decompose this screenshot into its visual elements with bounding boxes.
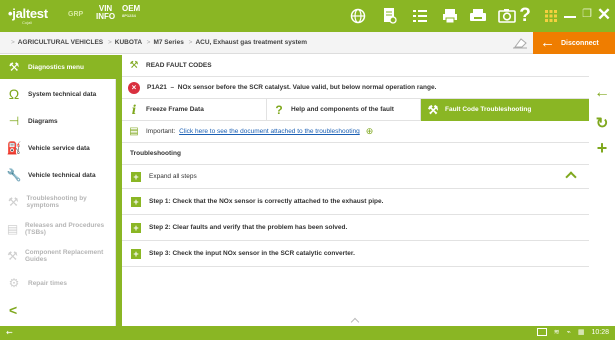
info-icon: i [131,102,137,117]
plus-icon: + [131,171,141,182]
plus-icon: + [131,196,141,207]
back-arrow-icon[interactable]: < [9,302,17,318]
add-icon[interactable]: + [589,138,615,159]
wifi-icon: ≋ [553,329,560,336]
error-icon: × [128,81,140,94]
vin-info-button[interactable]: VIN INFO [96,5,115,21]
refresh-icon[interactable]: ↻ [589,114,615,132]
arrow-left-icon: ← [540,34,555,51]
tab-fault-code-troubleshooting[interactable]: ⚒ Fault Code Troubleshooting [421,98,589,121]
plus-icon: + [131,248,141,259]
calendar-icon: ▦ [577,329,585,336]
tab-help-and-components[interactable]: ? Help and components of the fault [267,98,421,121]
sidebar-item-vehicle-technical-data[interactable]: 🔧 Vehicle technical data [0,163,116,187]
main-panel: ⚒ READ FAULT CODES × P1A21 – NOx sensor … [116,55,589,327]
troubleshooting-title: Troubleshooting [122,143,589,165]
eraser-icon[interactable] [512,36,528,50]
breadcrumb-item[interactable]: AGRICULTURAL VEHICLES [18,39,103,46]
tools-icon: ⚒ [7,195,19,209]
minimize-window-button[interactable] [563,8,577,24]
sidebar-item-vehicle-service-data[interactable]: ⛽ Vehicle service data [0,136,116,160]
diagnostics-icon: ⚒ [129,60,139,71]
disconnect-button[interactable]: ← Disconnect [533,32,615,54]
apps-icon[interactable] [541,6,561,26]
question-icon: ? [275,102,283,117]
tools-icon: ⚒ [427,102,439,117]
sidebar-item-system-technical-data[interactable]: Ω System technical data [0,82,116,106]
troubleshooting-step[interactable]: + Step 3: Check the input NOx sensor in … [122,241,589,267]
sidebar-item-component-replacement-guides[interactable]: ⚒ Component Replacement Guides [0,244,116,268]
scroll-up-hint-icon[interactable] [350,317,360,327]
sidebar-item-diagrams[interactable]: ⊣ Diagrams [0,109,116,133]
sidebar-item-diagnostics-menu[interactable]: ⚒ Diagnostics menu [0,55,116,79]
diagnostics-icon: ⚒ [8,60,20,74]
signal-icon: ⌁ [566,329,571,336]
globe-icon[interactable] [348,6,368,26]
omega-icon: Ω [8,86,20,102]
status-bar: ⇜ ≋ ⌁ ▦ 10:28 [0,326,615,340]
back-arrow-icon[interactable]: ← [589,84,615,102]
close-window-button[interactable]: ✕ [596,5,612,25]
sidebar-item-troubleshooting-by-symptoms[interactable]: ⚒ Troubleshooting by symptoms [0,190,116,214]
fault-code-row[interactable]: × P1A21 – NOx sensor before the SCR cata… [122,77,589,99]
attached-document-link[interactable]: Click here to see the document attached … [179,128,360,135]
list-icon[interactable] [410,6,430,26]
document-icon: ▤ [6,222,19,236]
fault-code: P1A21 [147,84,167,91]
troubleshooting-step[interactable]: + Step 1: Check that the NOx sensor is c… [122,189,589,215]
tab-freeze-frame-data[interactable]: i Freeze Frame Data [122,98,267,121]
document-icon: ▤ [129,126,139,137]
document-search-icon[interactable] [380,6,400,26]
section-header: ⚒ READ FAULT CODES [122,55,589,77]
battery-icon [536,328,547,336]
restore-window-button[interactable]: ❐ [580,7,594,25]
plus-icon: + [131,222,141,233]
usb-icon: ⇜ [6,328,13,337]
breadcrumb-item: ACU, Exhaust gas treatment system [195,39,308,46]
globe-icon[interactable]: ⊕ [366,126,374,137]
oem-button[interactable]: OEM 8P1234 [122,5,140,19]
oil-can-icon: ⛽ [6,141,22,155]
help-icon[interactable]: ? [515,5,535,26]
expand-all-steps-row[interactable]: + Expand all steps [122,165,589,189]
logo-subtitle: Cojali [22,20,33,25]
diagram-icon: ⊣ [8,114,20,128]
clock-time: 10:28 [591,328,609,336]
camera-icon[interactable] [497,6,517,26]
sidebar: ⚒ Diagnostics menu Ω System technical da… [0,55,116,326]
breadcrumb-bar: > AGRICULTURAL VEHICLES > KUBOTA > M7 Serie… [0,32,615,54]
right-action-rail: ← ↻ + [589,76,615,326]
gear-icon: ⚙ [8,276,20,290]
jaltest-logo: •jaltest [8,6,48,21]
tools-icon: ⚒ [7,249,18,263]
chevron-up-icon[interactable] [565,171,577,183]
sidebar-item-releases-and-procedures[interactable]: ▤ Releases and Procedures (TSBs) [0,217,116,241]
breadcrumb: > AGRICULTURAL VEHICLES > KUBOTA > M7 Serie… [11,39,308,46]
print-icon[interactable] [468,6,488,26]
sidebar-item-repair-times[interactable]: ⚙ Repair times [0,271,116,295]
top-bar: •jaltest Cojali GRP VIN INFO OEM 8P1234 ? … [0,0,615,32]
breadcrumb-item[interactable]: M7 Series [153,39,183,46]
grp-button[interactable]: GRP [68,11,83,18]
printer-icon[interactable] [440,6,460,26]
important-notice: ▤ Important: Click here to see the docum… [122,121,589,143]
fault-description: NOx sensor before the SCR catalyst. Valu… [177,84,437,91]
wrench-icon: 🔧 [6,168,22,182]
breadcrumb-item[interactable]: KUBOTA [115,39,142,46]
fault-tabs: i Freeze Frame Data ? Help and component… [122,98,589,121]
section-title: READ FAULT CODES [146,62,212,69]
troubleshooting-step[interactable]: + Step 2: Clear faults and verify that t… [122,215,589,241]
